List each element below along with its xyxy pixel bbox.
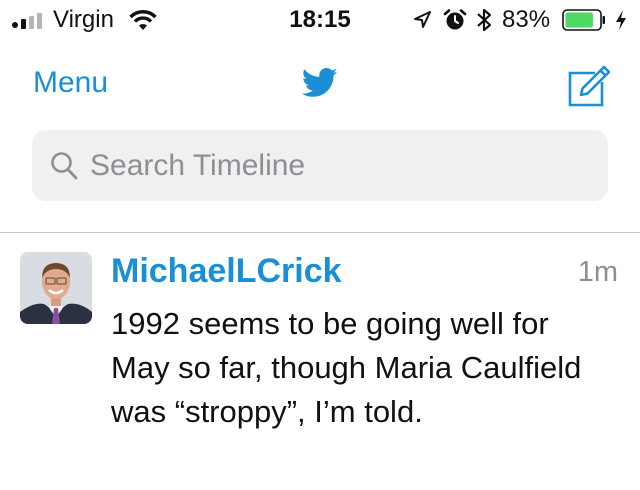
menu-button[interactable]: Menu: [33, 66, 108, 100]
compose-icon[interactable]: [567, 64, 613, 108]
status-bar: Virgin 18:15 83%: [0, 0, 640, 42]
location-icon: [414, 11, 431, 28]
twitter-bird-icon: [302, 68, 338, 97]
alarm-icon: [443, 9, 467, 30]
search-placeholder: Search Timeline: [90, 149, 306, 182]
avatar[interactable]: [20, 252, 92, 324]
battery-percent: 83%: [502, 6, 551, 33]
charging-icon: [616, 10, 626, 30]
search-icon: [51, 152, 78, 180]
tweet-username[interactable]: MichaelLCrick: [111, 252, 342, 291]
tweet-text: 1992 seems to be going well for May so f…: [111, 306, 582, 429]
tweet-timestamp: 1m: [577, 256, 618, 288]
bluetooth-icon: [477, 8, 492, 32]
battery-icon: [562, 9, 605, 31]
divider: [0, 232, 640, 233]
search-field[interactable]: Search Timeline: [32, 130, 608, 201]
